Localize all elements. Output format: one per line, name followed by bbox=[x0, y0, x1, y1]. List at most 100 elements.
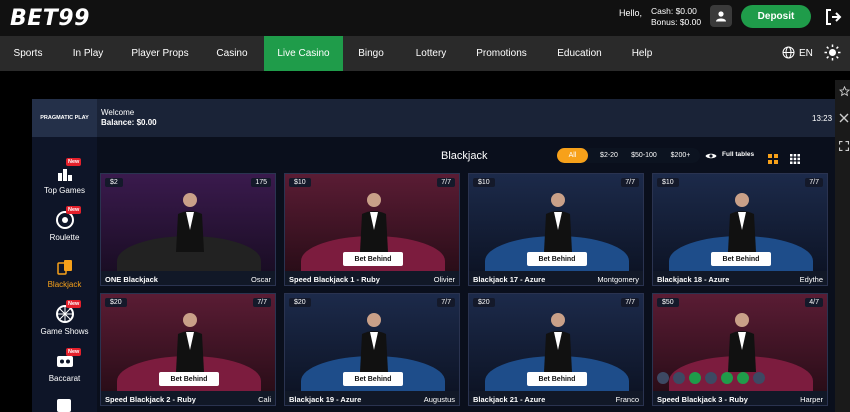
seat-taken-icon[interactable] bbox=[753, 372, 765, 384]
table-footer: Speed Blackjack 3 - Ruby Harper bbox=[653, 391, 827, 405]
nav-education[interactable]: Education bbox=[540, 36, 619, 71]
eye-icon[interactable] bbox=[705, 152, 717, 160]
small-grid-icon[interactable] bbox=[790, 154, 801, 164]
bet-behind-button[interactable]: Bet Behind bbox=[711, 252, 771, 266]
user-icon bbox=[716, 11, 726, 22]
table-card[interactable]: $20 7/7 Bet Behind Blackjack 21 - Azure F… bbox=[468, 293, 644, 406]
dealer-name: Augustus bbox=[423, 394, 455, 404]
filter-50-100[interactable]: $50-100 bbox=[625, 148, 663, 163]
filter-200-plus[interactable]: $200+ bbox=[663, 148, 698, 163]
favorite-button[interactable] bbox=[838, 84, 850, 98]
large-grid-icon[interactable] bbox=[768, 154, 778, 164]
fullscreen-icon bbox=[839, 141, 849, 151]
language-selector[interactable]: EN bbox=[799, 48, 813, 59]
seats-count: 7/7 bbox=[805, 178, 823, 187]
nav-promotions[interactable]: Promotions bbox=[463, 36, 540, 71]
table-name: Blackjack 17 - Azure bbox=[473, 274, 546, 284]
seats-count: 7/7 bbox=[253, 298, 271, 307]
lobby-balance: Balance: $0.00 bbox=[101, 118, 157, 127]
seat-available-icon[interactable] bbox=[721, 372, 733, 384]
logout-button[interactable] bbox=[823, 7, 843, 27]
dealer-image bbox=[544, 313, 572, 372]
account-button[interactable] bbox=[710, 5, 732, 27]
dealer-name: Cali bbox=[258, 394, 271, 404]
seat-available-icon[interactable] bbox=[737, 372, 749, 384]
dealer-image bbox=[360, 313, 388, 372]
category-game-shows[interactable]: Game Shows bbox=[32, 305, 97, 336]
nav-bingo[interactable]: Bingo bbox=[343, 36, 399, 71]
bet-behind-button[interactable]: Bet Behind bbox=[527, 252, 587, 266]
full-tables-toggle[interactable]: Full tables bbox=[722, 151, 754, 158]
nav-in-play[interactable]: In Play bbox=[56, 36, 120, 71]
min-bet: $20 bbox=[473, 298, 495, 307]
dealer-name: Edythe bbox=[799, 274, 823, 284]
seats-count: 175 bbox=[251, 178, 271, 187]
theme-toggle-sun-icon[interactable] bbox=[824, 44, 841, 61]
bet99-logo[interactable]: BET99 bbox=[10, 6, 90, 31]
min-bet: $2 bbox=[105, 178, 123, 187]
table-footer: Blackjack 21 - Azure Franco bbox=[469, 391, 643, 405]
bet-behind-button[interactable]: Bet Behind bbox=[343, 252, 403, 266]
nav-lottery[interactable]: Lottery bbox=[399, 36, 463, 71]
category-label: Top Games bbox=[44, 186, 85, 195]
view-toggles bbox=[768, 151, 801, 169]
top-bar: BET99 Hello, Cash: $0.00 Bonus: $0.00 De… bbox=[0, 0, 850, 36]
min-bet: $50 bbox=[657, 298, 679, 307]
bet-behind-button[interactable]: Bet Behind bbox=[159, 372, 219, 386]
table-card[interactable]: $20 7/7 Bet Behind Blackjack 19 - Azure A… bbox=[284, 293, 460, 406]
filter-all[interactable]: All bbox=[557, 148, 588, 163]
category-top-games[interactable]: Top Games bbox=[32, 164, 97, 195]
deposit-button[interactable]: Deposit bbox=[741, 5, 811, 28]
table-card[interactable]: $2 175 ONE Blackjack Oscar bbox=[100, 173, 276, 286]
table-footer: Blackjack 19 - Azure Augustus bbox=[285, 391, 459, 405]
lobby-title: Blackjack bbox=[441, 150, 488, 162]
more-categories-icon[interactable] bbox=[55, 398, 73, 412]
table-card[interactable]: $10 7/7 Bet Behind Blackjack 18 - Azure E… bbox=[652, 173, 828, 286]
bet-behind-button[interactable]: Bet Behind bbox=[527, 372, 587, 386]
seat-indicators bbox=[657, 372, 765, 384]
globe-icon[interactable] bbox=[782, 46, 795, 59]
category-label: Roulette bbox=[49, 233, 80, 242]
table-footer: Speed Blackjack 1 - Ruby Olivier bbox=[285, 271, 459, 285]
table-card[interactable]: $10 7/7 Bet Behind Blackjack 17 - Azure M… bbox=[468, 173, 644, 286]
welcome-text: Welcome bbox=[101, 108, 135, 117]
nav-casino[interactable]: Casino bbox=[200, 36, 264, 71]
table-name: Speed Blackjack 1 - Ruby bbox=[289, 274, 380, 284]
filter-2-20[interactable]: $2-20 bbox=[593, 148, 625, 163]
nav-help[interactable]: Help bbox=[619, 36, 665, 71]
nav-player-props[interactable]: Player Props bbox=[120, 36, 200, 71]
dealer-image bbox=[544, 193, 572, 252]
table-card[interactable]: $50 4/7 Speed Blackjack 3 - Ruby Harper bbox=[652, 293, 828, 406]
dealer-name: Franco bbox=[615, 394, 639, 404]
top-games-icon bbox=[57, 169, 72, 181]
seat-taken-icon[interactable] bbox=[705, 372, 717, 384]
seats-count: 7/7 bbox=[621, 298, 639, 307]
table-card[interactable]: $20 7/7 Bet Behind Speed Blackjack 2 - R… bbox=[100, 293, 276, 406]
dealer-name: Olivier bbox=[433, 274, 455, 284]
close-game-button[interactable] bbox=[838, 111, 850, 125]
cash-balance: Cash: $0.00 bbox=[651, 6, 697, 16]
table-card[interactable]: $10 7/7 Bet Behind Speed Blackjack 1 - R… bbox=[284, 173, 460, 286]
fullscreen-button[interactable] bbox=[838, 139, 850, 153]
min-bet: $20 bbox=[289, 298, 311, 307]
seat-available-icon[interactable] bbox=[689, 372, 701, 384]
category-label: Blackjack bbox=[47, 280, 82, 289]
nav-live-casino[interactable]: Live Casino bbox=[264, 36, 343, 71]
table-footer: Speed Blackjack 2 - Ruby Cali bbox=[101, 391, 275, 405]
close-icon bbox=[839, 113, 849, 123]
main-nav: Sports In Play Player Props Casino Live … bbox=[0, 36, 850, 71]
seats-count: 7/7 bbox=[437, 178, 455, 187]
category-roulette[interactable]: Roulette bbox=[32, 211, 97, 242]
table-name: Speed Blackjack 2 - Ruby bbox=[105, 394, 196, 404]
bet-behind-button[interactable]: Bet Behind bbox=[343, 372, 403, 386]
welcome-block: Welcome Balance: $0.00 bbox=[101, 108, 157, 128]
lobby-clock: 13:23 bbox=[812, 114, 833, 123]
table-name: ONE Blackjack bbox=[105, 274, 158, 284]
category-baccarat[interactable]: Baccarat bbox=[32, 352, 97, 383]
nav-sports[interactable]: Sports bbox=[0, 36, 56, 71]
category-blackjack[interactable]: Blackjack bbox=[32, 258, 97, 289]
category-label: Baccarat bbox=[48, 374, 81, 383]
seat-taken-icon[interactable] bbox=[657, 372, 669, 384]
seat-taken-icon[interactable] bbox=[673, 372, 685, 384]
table-footer: Blackjack 17 - Azure Montgomery bbox=[469, 271, 643, 285]
